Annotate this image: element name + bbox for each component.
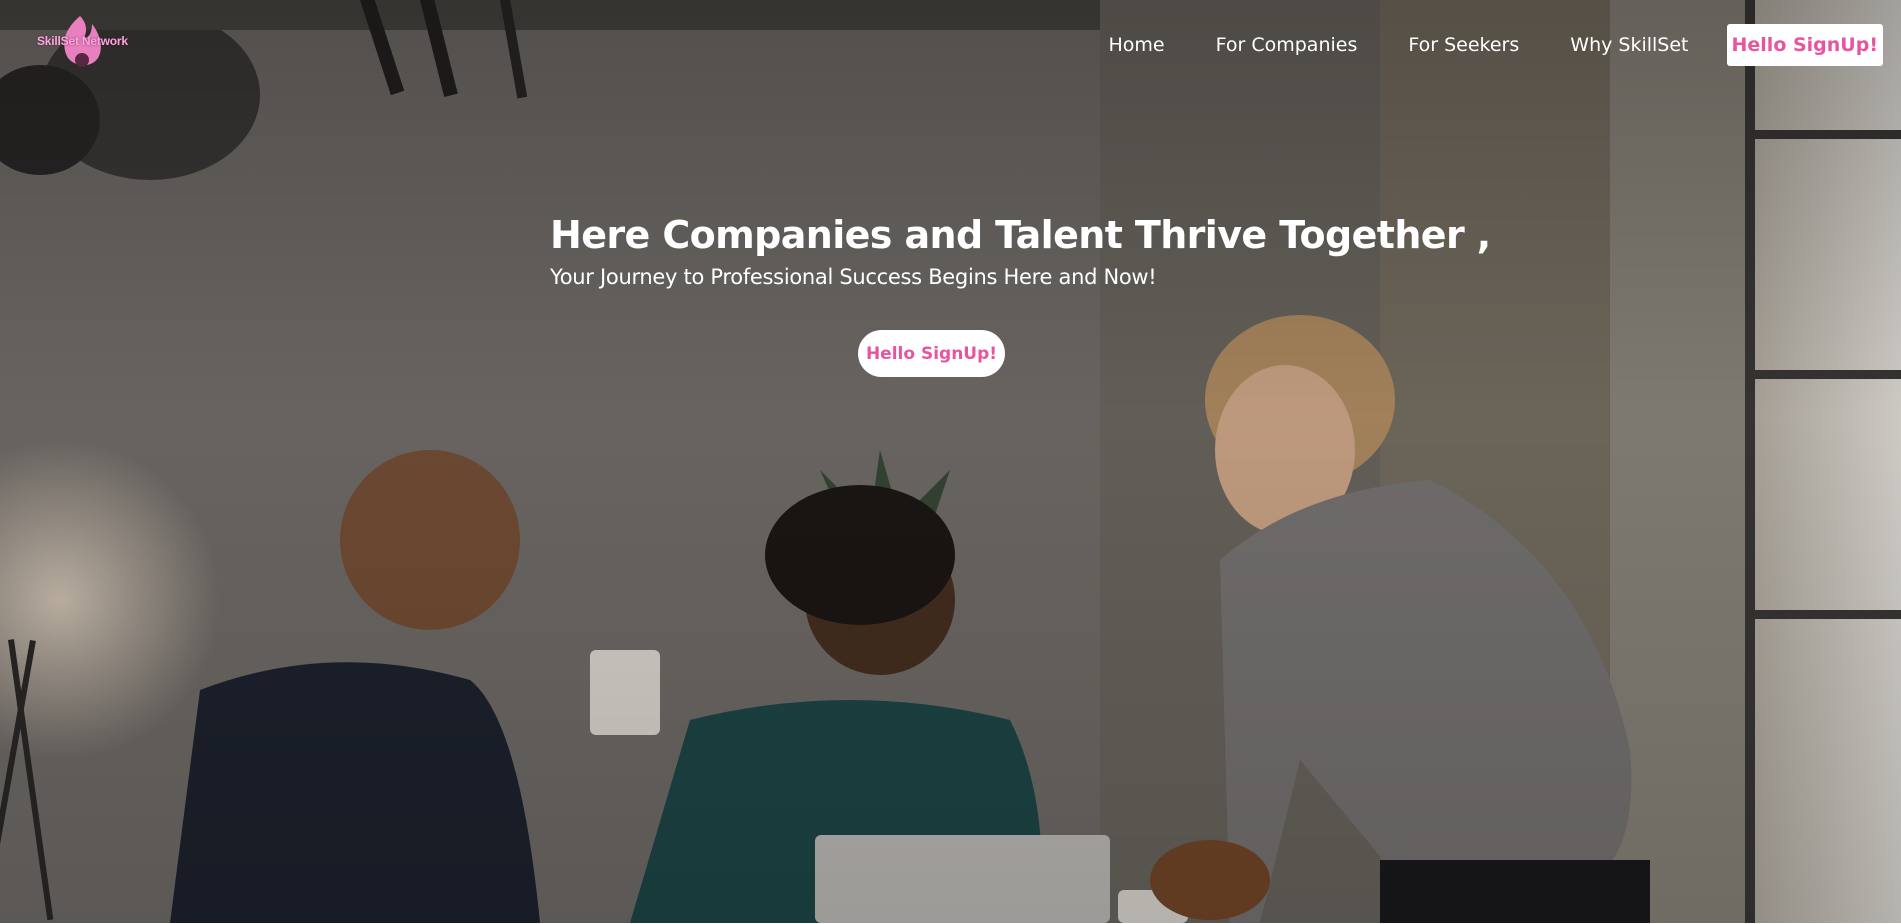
brand-logo[interactable]: SkillSet Network bbox=[34, 12, 128, 74]
nav-link-for-companies[interactable]: For Companies bbox=[1216, 34, 1358, 56]
nav-link-for-seekers[interactable]: For Seekers bbox=[1408, 34, 1519, 56]
hero-overlay bbox=[0, 0, 1901, 923]
nav-link-why-skillset[interactable]: Why SkillSet bbox=[1570, 34, 1688, 56]
nav-link-home[interactable]: Home bbox=[1109, 34, 1165, 56]
top-nav: Home For Companies For Seekers Why Skill… bbox=[1109, 22, 1883, 68]
logo-text: SkillSet Network bbox=[37, 34, 128, 48]
hero-signup-button[interactable]: Hello SignUp! bbox=[858, 330, 1005, 377]
hero-subtitle: Your Journey to Professional Success Beg… bbox=[550, 265, 1157, 289]
hero-section: SkillSet Network Home For Companies For … bbox=[0, 0, 1901, 923]
nav-signup-button[interactable]: Hello SignUp! bbox=[1726, 24, 1883, 66]
hero-title: Here Companies and Talent Thrive Togethe… bbox=[550, 213, 1491, 257]
